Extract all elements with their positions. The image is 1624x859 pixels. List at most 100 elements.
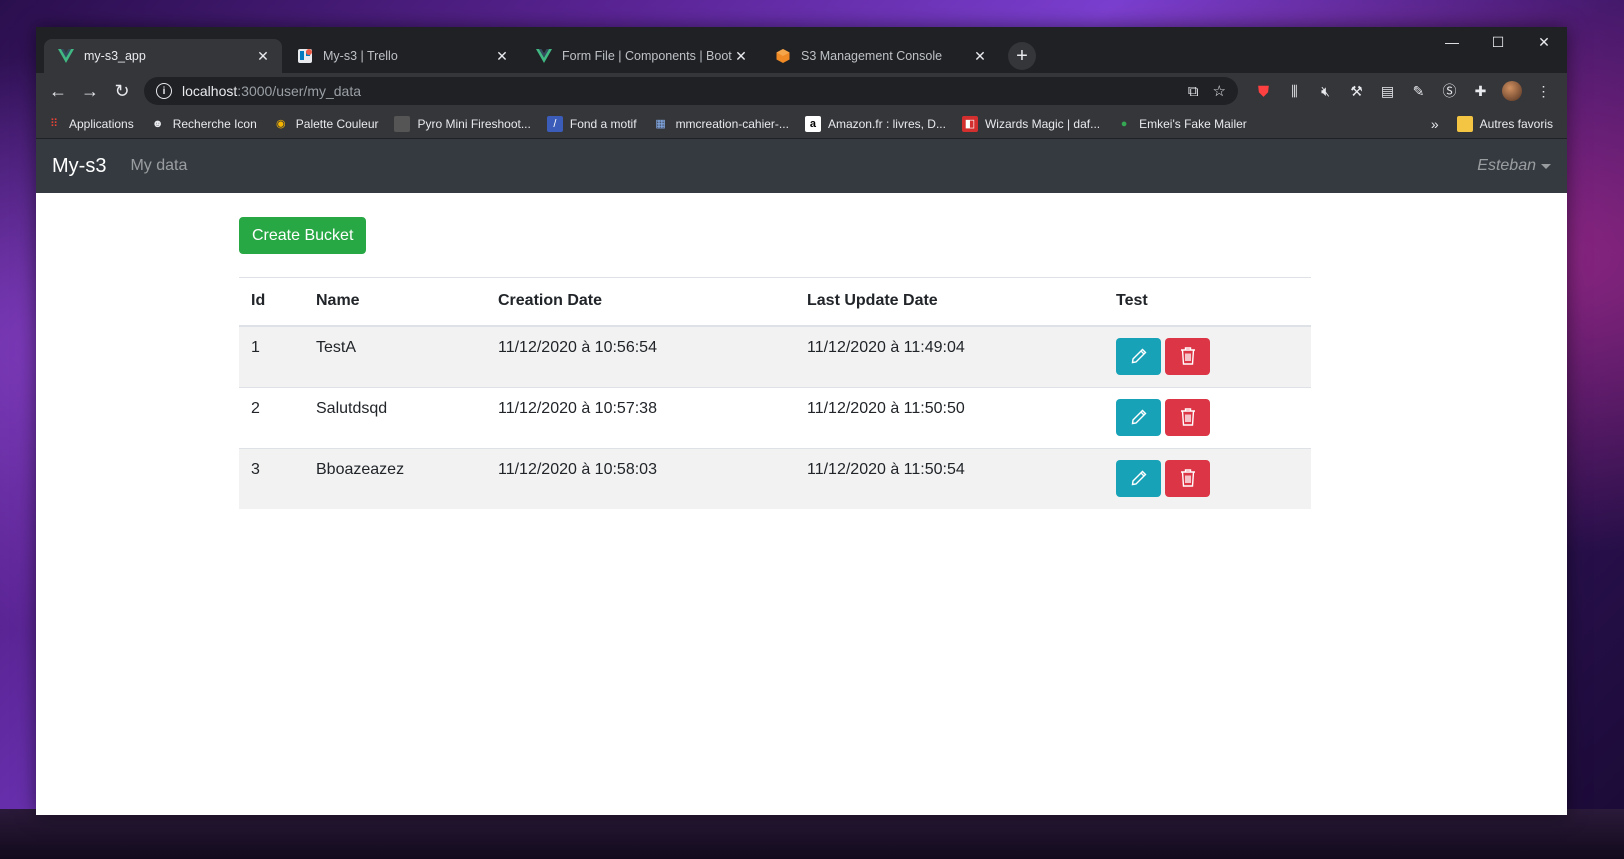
tab-trello[interactable]: My-s3 | Trello ✕ xyxy=(283,39,521,73)
main-container: Create Bucket Id Name Creation Date Last… xyxy=(239,217,1311,509)
reload-icon[interactable]: ↻ xyxy=(108,77,136,105)
bars-extension-icon[interactable]: ⫼ xyxy=(1279,83,1310,100)
cell-name: Bboazeazez xyxy=(304,447,486,509)
pencil-icon xyxy=(1131,348,1146,364)
mute-icon[interactable]: 🔇︎ xyxy=(1310,83,1341,100)
edit-button[interactable] xyxy=(1116,337,1161,375)
url-host: localhost xyxy=(182,83,238,99)
chevron-double-right-icon[interactable]: » xyxy=(1431,116,1439,132)
bookmark-fond-motif[interactable]: / Fond a motif xyxy=(546,115,637,132)
create-bucket-button[interactable]: Create Bucket xyxy=(239,217,367,254)
cell-name: TestA xyxy=(304,325,486,387)
pickaxe-icon[interactable]: ⚒ xyxy=(1341,83,1372,100)
trash-icon xyxy=(1180,408,1195,426)
column-header-creation-date: Creation Date xyxy=(486,277,795,327)
nav-link-my-data[interactable]: My data xyxy=(130,157,187,175)
cell-creation-date: 11/12/2020 à 10:58:03 xyxy=(486,447,795,509)
bookmark-other-folder[interactable]: Autres favoris xyxy=(1456,115,1553,132)
back-icon[interactable]: ← xyxy=(44,77,72,105)
column-header-last-update-date: Last Update Date xyxy=(795,277,1104,327)
vue-icon xyxy=(58,48,74,64)
amazon-icon: a xyxy=(804,115,821,132)
column-header-name: Name xyxy=(304,277,486,327)
browser-toolbar: ← → ↻ i localhost:3000/user/my_data ⧉ ☆ … xyxy=(36,73,1567,109)
open-external-icon[interactable]: ⧉ xyxy=(1188,83,1199,100)
delete-button[interactable] xyxy=(1165,337,1210,375)
profile-avatar[interactable] xyxy=(1502,81,1522,101)
folder-icon xyxy=(1456,115,1473,132)
app-brand[interactable]: My-s3 xyxy=(52,155,106,178)
table-row: 3 Bboazeazez 11/12/2020 à 10:58:03 11/12… xyxy=(239,447,1311,509)
pen-extension-icon[interactable]: ✎ xyxy=(1403,83,1434,100)
delete-button[interactable] xyxy=(1165,398,1210,436)
bookmark-mmcreation[interactable]: ▦ mmcreation-cahier-... xyxy=(653,116,789,132)
vue-icon xyxy=(536,48,552,64)
bookmark-amazon[interactable]: a Amazon.fr : livres, D... xyxy=(804,115,946,132)
bookmarks-bar: ⠿ Applications ☻ Recherche Icon ◉ Palette C… xyxy=(36,109,1567,139)
panda-icon: ☻ xyxy=(151,117,164,130)
tab-bootstrap-vue[interactable]: Form File | Components | Bootstr ✕ xyxy=(522,39,760,73)
pencil-icon xyxy=(1131,470,1146,486)
column-header-test: Test xyxy=(1104,277,1311,327)
caret-down-icon xyxy=(1541,163,1551,169)
aws-icon xyxy=(775,48,791,64)
edit-button[interactable] xyxy=(1116,398,1161,436)
extensions-area: ⛊ ⫼ 🔇︎ ⚒ ▤ ✎ Ⓢ ✚ ⋮ xyxy=(1248,81,1559,101)
cell-id: 2 xyxy=(239,386,304,448)
cell-last-update-date: 11/12/2020 à 11:50:54 xyxy=(795,447,1104,509)
cell-id: 3 xyxy=(239,447,304,509)
close-icon[interactable]: ✕ xyxy=(493,47,511,65)
close-icon[interactable]: ✕ xyxy=(971,47,989,65)
address-bar[interactable]: i localhost:3000/user/my_data ⧉ ☆ xyxy=(144,77,1238,105)
ublock-icon[interactable]: ⛊ xyxy=(1248,83,1279,100)
bookmark-star-icon[interactable]: ☆ xyxy=(1213,82,1226,100)
cell-creation-date: 11/12/2020 à 10:56:54 xyxy=(486,325,795,387)
cell-actions xyxy=(1104,386,1311,448)
cell-name: Salutdsqd xyxy=(304,386,486,448)
maximize-icon[interactable]: ☐ xyxy=(1475,27,1521,57)
tab-strip: my-s3_app ✕ My-s3 | Trello ✕ Form File |… xyxy=(36,27,1567,73)
bookmark-dark-icon xyxy=(394,115,411,132)
page-content: Create Bucket Id Name Creation Date Last… xyxy=(36,193,1567,815)
pdf-extension-icon[interactable]: ▤ xyxy=(1372,83,1403,100)
trello-icon xyxy=(297,48,313,64)
url-path: :3000/user/my_data xyxy=(237,83,362,99)
bookmark-applications[interactable]: ⠿ Applications xyxy=(46,116,134,132)
puzzle-icon[interactable]: ✚ xyxy=(1465,83,1496,100)
table-row: 1 TestA 11/12/2020 à 10:56:54 11/12/2020… xyxy=(239,325,1311,387)
forward-icon[interactable]: → xyxy=(76,77,104,105)
pattern-icon: / xyxy=(546,115,563,132)
cell-last-update-date: 11/12/2020 à 11:50:50 xyxy=(795,386,1104,448)
cell-id: 1 xyxy=(239,325,304,387)
close-icon[interactable]: ✕ xyxy=(732,47,750,65)
app-navbar: My-s3 My data Esteban xyxy=(36,139,1567,193)
user-dropdown[interactable]: Esteban xyxy=(1477,157,1551,175)
cell-creation-date: 11/12/2020 à 10:57:38 xyxy=(486,386,795,448)
building-icon: ▦ xyxy=(655,118,666,130)
delete-button[interactable] xyxy=(1165,459,1210,497)
new-tab-button[interactable]: + xyxy=(1008,42,1036,70)
palette-icon: ◉ xyxy=(275,118,286,130)
close-window-icon[interactable]: ✕ xyxy=(1521,27,1567,57)
bookmark-recherche-icon[interactable]: ☻ Recherche Icon xyxy=(150,116,257,132)
bookmark-wizards[interactable]: ◧ Wizards Magic | daf... xyxy=(961,115,1100,132)
close-icon[interactable]: ✕ xyxy=(254,47,272,65)
desktop-taskbar-area xyxy=(0,809,1624,859)
buckets-table: Id Name Creation Date Last Update Date T… xyxy=(239,277,1311,509)
tab-my-s3-app[interactable]: my-s3_app ✕ xyxy=(44,39,282,73)
bookmark-emkei[interactable]: ● Emkei's Fake Mailer xyxy=(1116,116,1247,132)
table-row: 2 Salutdsqd 11/12/2020 à 10:57:38 11/12/… xyxy=(239,386,1311,448)
window-controls: — ☐ ✕ xyxy=(1429,27,1567,57)
tab-s3-console[interactable]: S3 Management Console ✕ xyxy=(761,39,999,73)
wizards-icon: ◧ xyxy=(961,115,978,132)
bookmark-palette-couleur[interactable]: ◉ Palette Couleur xyxy=(273,116,379,132)
minimize-icon[interactable]: — xyxy=(1429,27,1475,57)
cell-actions xyxy=(1104,325,1311,387)
column-header-id: Id xyxy=(239,277,304,327)
s-extension-icon[interactable]: Ⓢ xyxy=(1434,81,1465,101)
info-icon[interactable]: i xyxy=(156,83,172,99)
edit-button[interactable] xyxy=(1116,459,1161,497)
bookmark-pyro[interactable]: Pyro Mini Fireshoot... xyxy=(394,115,531,132)
kebab-menu-icon[interactable]: ⋮ xyxy=(1528,83,1559,100)
browser-window: my-s3_app ✕ My-s3 | Trello ✕ Form File |… xyxy=(36,27,1567,815)
